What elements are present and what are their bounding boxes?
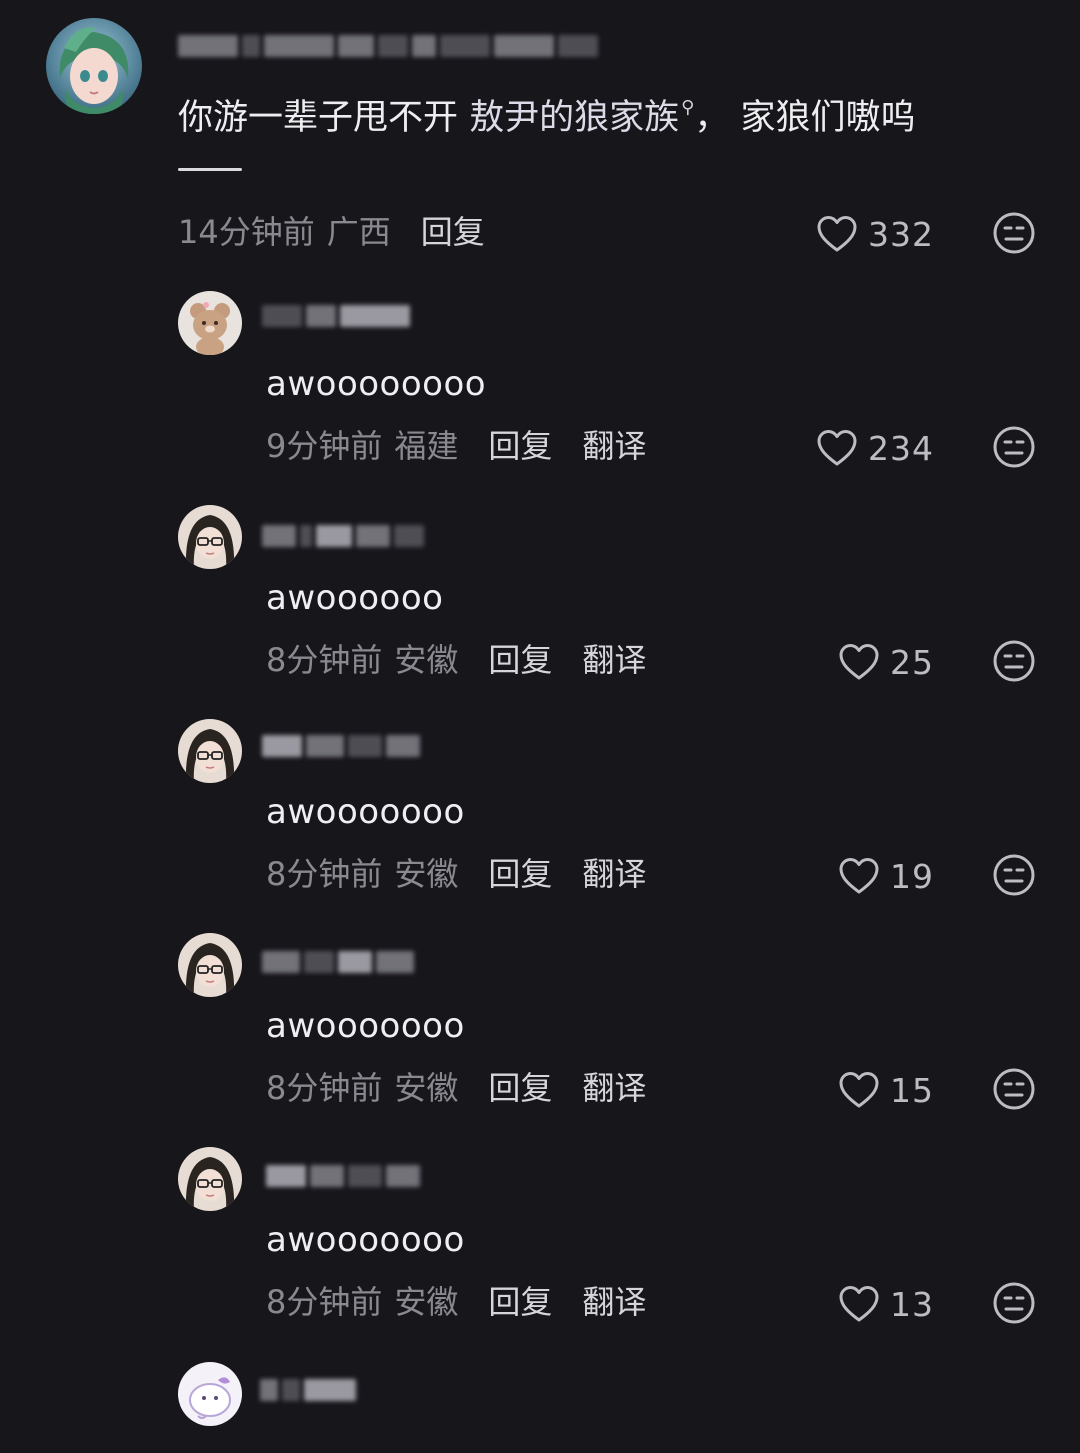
heart-outline-icon xyxy=(817,430,857,466)
reply-text: awoooooo xyxy=(266,578,444,618)
avatar[interactable] xyxy=(178,505,242,569)
reply-time: 9分钟前 xyxy=(266,427,383,465)
reply-button[interactable]: 回复 xyxy=(488,427,552,465)
reply-region: 安徽 xyxy=(394,1069,459,1107)
reply-meta: 8分钟前 安徽 回复 翻译 xyxy=(266,640,646,680)
avatar[interactable] xyxy=(178,719,242,783)
username-blurred[interactable] xyxy=(260,1374,356,1406)
avatar[interactable] xyxy=(178,1362,242,1426)
comment-divider xyxy=(178,168,242,171)
reply-region: 福建 xyxy=(394,427,459,465)
username-blurred[interactable] xyxy=(266,1160,420,1192)
reply-text: awoooooooo xyxy=(266,364,487,404)
reply-time: 8分钟前 xyxy=(266,641,383,679)
dislike-button[interactable] xyxy=(992,639,1036,683)
dislike-button[interactable] xyxy=(992,211,1036,255)
like-button[interactable]: 15 xyxy=(838,1068,934,1112)
reply-text: awooooooo xyxy=(266,1006,465,1046)
like-count: 332 xyxy=(868,214,934,254)
like-button[interactable]: 25 xyxy=(838,640,934,684)
reply-text: awooooooo xyxy=(266,1220,465,1260)
reply-region: 安徽 xyxy=(394,1283,459,1321)
username-blurred[interactable] xyxy=(262,730,420,762)
avatar[interactable] xyxy=(46,18,142,114)
neutral-face-icon xyxy=(993,212,1035,254)
like-count: 13 xyxy=(890,1284,934,1324)
topic-link-label: 敖尹的狼家族 xyxy=(469,98,680,138)
reply-meta: 9分钟前 福建 回复 翻译 xyxy=(266,426,646,466)
heart-outline-icon xyxy=(839,1286,879,1322)
translate-button[interactable]: 翻译 xyxy=(582,641,646,679)
dislike-button[interactable] xyxy=(992,853,1036,897)
neutral-face-icon xyxy=(993,640,1035,682)
reply-button[interactable]: 回复 xyxy=(488,1069,552,1107)
username-blurred[interactable] xyxy=(178,30,598,62)
comment-text-prefix: 你游一辈子甩不开 xyxy=(178,98,470,138)
comment-meta: 14分钟前 广西 回复 xyxy=(178,212,485,252)
dislike-button[interactable] xyxy=(992,1281,1036,1325)
heart-outline-icon xyxy=(839,1072,879,1108)
reply-button[interactable]: 回复 xyxy=(488,855,552,893)
reply-button[interactable]: 回复 xyxy=(488,1283,552,1321)
dislike-button[interactable] xyxy=(992,425,1036,469)
heart-outline-icon xyxy=(839,858,879,894)
neutral-face-icon xyxy=(993,1282,1035,1324)
comment-text: 你游一辈子甩不开 敖尹的狼家族 ⚲， 家狼们嗷呜 xyxy=(178,82,915,144)
username-blurred[interactable] xyxy=(262,300,410,332)
reply-meta: 8分钟前 安徽 回复 翻译 xyxy=(266,1282,646,1322)
heart-outline-icon xyxy=(839,644,879,680)
reply-meta: 8分钟前 安徽 回复 翻译 xyxy=(266,854,646,894)
translate-button[interactable]: 翻译 xyxy=(582,427,646,465)
reply-time: 8分钟前 xyxy=(266,1283,383,1321)
search-icon: ⚲ xyxy=(681,97,695,118)
like-count: 15 xyxy=(890,1070,934,1110)
reply-button[interactable]: 回复 xyxy=(421,213,485,251)
neutral-face-icon xyxy=(993,1068,1035,1110)
reply-region: 安徽 xyxy=(394,855,459,893)
heart-outline-icon xyxy=(817,216,857,252)
like-button[interactable]: 13 xyxy=(838,1282,934,1326)
comment-text-suffix: ， 家狼们嗷呜 xyxy=(694,98,916,138)
neutral-face-icon xyxy=(993,426,1035,468)
translate-button[interactable]: 翻译 xyxy=(582,1069,646,1107)
reply-time: 8分钟前 xyxy=(266,855,383,893)
avatar[interactable] xyxy=(178,933,242,997)
comment-region: 广西 xyxy=(326,213,391,251)
dislike-button[interactable] xyxy=(992,1067,1036,1111)
avatar[interactable] xyxy=(178,1147,242,1211)
like-count: 25 xyxy=(890,642,934,682)
like-count: 234 xyxy=(868,428,934,468)
translate-button[interactable]: 翻译 xyxy=(582,1283,646,1321)
like-button[interactable]: 19 xyxy=(838,854,934,898)
comment-time: 14分钟前 xyxy=(178,213,315,251)
avatar[interactable] xyxy=(178,291,242,355)
reply-region: 安徽 xyxy=(394,641,459,679)
topic-link[interactable]: 敖尹的狼家族 ⚲ xyxy=(469,97,695,138)
username-blurred[interactable] xyxy=(262,946,414,978)
username-blurred[interactable] xyxy=(262,520,424,552)
neutral-face-icon xyxy=(993,854,1035,896)
reply-text: awooooooo xyxy=(266,792,465,832)
reply-time: 8分钟前 xyxy=(266,1069,383,1107)
translate-button[interactable]: 翻译 xyxy=(582,855,646,893)
like-button[interactable]: 234 xyxy=(816,426,934,470)
like-count: 19 xyxy=(890,856,934,896)
reply-meta: 8分钟前 安徽 回复 翻译 xyxy=(266,1068,646,1108)
reply-button[interactable]: 回复 xyxy=(488,641,552,679)
like-button[interactable]: 332 xyxy=(816,212,934,256)
